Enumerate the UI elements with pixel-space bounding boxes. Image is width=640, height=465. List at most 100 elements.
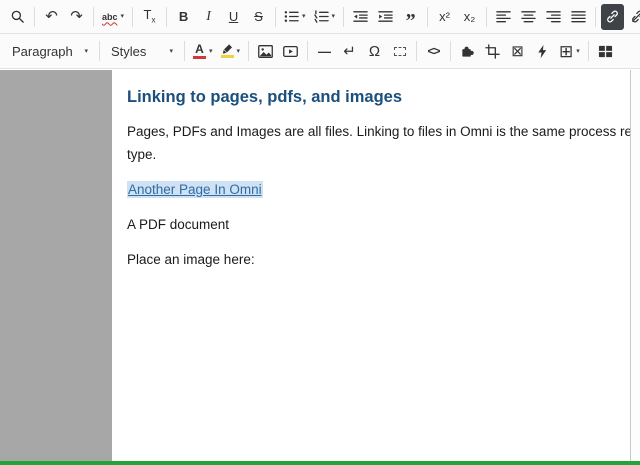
insert-table-button[interactable]: ⊞ ▾ <box>556 38 583 64</box>
line-break-button[interactable]: ↵ <box>338 38 361 64</box>
outdent-icon <box>353 9 368 24</box>
nonbreaking-space-button[interactable] <box>388 38 411 64</box>
indent-button[interactable] <box>374 4 397 30</box>
media-icon <box>283 44 298 59</box>
toolbar-separator <box>166 7 167 27</box>
strikethrough-icon: S <box>254 10 263 23</box>
document-page[interactable]: Linking to pages, pdfs, and images Pages… <box>112 70 640 461</box>
toolbar-separator <box>588 41 589 61</box>
toolbar-separator <box>427 7 428 27</box>
status-bar <box>0 461 640 465</box>
chevron-down-icon: ▾ <box>576 48 580 55</box>
insert-snippet-button[interactable] <box>456 38 479 64</box>
paragraph-format-label: Paragraph <box>12 44 73 59</box>
strikethrough-button[interactable]: S <box>247 4 270 30</box>
toolbar-separator <box>34 7 35 27</box>
styles-select[interactable]: Styles ▾ <box>105 38 179 64</box>
paragraph-format-select[interactable]: Paragraph ▾ <box>6 38 94 64</box>
highlighter-icon <box>221 44 234 58</box>
scrollbar-track[interactable] <box>630 70 640 461</box>
grid-icon <box>598 44 613 59</box>
insert-image-button[interactable] <box>254 38 277 64</box>
search-icon <box>10 9 25 24</box>
toolbar-separator <box>307 41 308 61</box>
nonbreaking-space-icon <box>394 47 406 56</box>
crop-button[interactable] <box>481 38 504 64</box>
chevron-down-icon: ▾ <box>209 48 213 55</box>
align-justify-button[interactable] <box>567 4 590 30</box>
clear-region-button[interactable]: ⊠ <box>506 38 529 64</box>
search-button[interactable] <box>6 4 29 30</box>
line-break-icon: ↵ <box>343 44 356 59</box>
superscript-icon: x² <box>439 10 450 23</box>
unlink-icon <box>630 9 640 24</box>
text-color-button[interactable]: A ▾ <box>190 38 216 64</box>
document-heading: Linking to pages, pdfs, and images <box>127 88 640 107</box>
redo-button[interactable]: ↷ <box>65 4 88 30</box>
page-margin <box>0 70 112 461</box>
undo-icon: ↶ <box>45 9 58 24</box>
link-paragraph: Another Page In Omni <box>127 179 640 202</box>
align-right-icon <box>546 9 561 24</box>
rich-text-editor: ↶ ↷ abc ▾ Tx B I U S ▾ ▾ <box>0 0 640 465</box>
highlight-color-button[interactable]: ▾ <box>218 38 244 64</box>
document-paragraph: Pages, PDFs and Images are all files. Li… <box>127 121 640 167</box>
toolbar-separator <box>275 7 276 27</box>
underline-button[interactable]: U <box>222 4 245 30</box>
toolbar-separator <box>93 7 94 27</box>
bold-button[interactable]: B <box>172 4 195 30</box>
horizontal-rule-icon: — <box>318 45 331 58</box>
special-character-button[interactable]: Ω <box>363 38 386 64</box>
toolbar-separator <box>248 41 249 61</box>
insert-link-button[interactable] <box>601 4 624 30</box>
special-character-icon: Ω <box>369 44 380 59</box>
align-right-button[interactable] <box>542 4 565 30</box>
source-code-icon: <> <box>428 45 440 57</box>
align-justify-icon <box>571 9 586 24</box>
chevron-down-icon: ▾ <box>302 13 306 20</box>
chevron-down-icon: ▾ <box>237 48 241 55</box>
pdf-line: A PDF document <box>127 214 640 237</box>
insert-media-button[interactable] <box>279 38 302 64</box>
toolbar-separator <box>486 7 487 27</box>
source-code-button[interactable]: <> <box>422 38 445 64</box>
unlink-button[interactable] <box>626 4 640 30</box>
align-left-icon <box>496 9 511 24</box>
align-center-button[interactable] <box>517 4 540 30</box>
lightning-icon <box>535 44 550 59</box>
chevron-down-icon: ▾ <box>169 48 173 55</box>
image-gallery-button[interactable] <box>594 38 617 64</box>
spellcheck-button[interactable]: abc ▾ <box>99 4 127 30</box>
horizontal-rule-button[interactable]: — <box>313 38 336 64</box>
chevron-down-icon: ▾ <box>121 13 125 20</box>
toolbar-separator <box>595 7 596 27</box>
bullet-list-button[interactable]: ▾ <box>281 4 309 30</box>
toolbar-separator <box>416 41 417 61</box>
subscript-button[interactable]: x₂ <box>458 4 481 30</box>
italic-button[interactable]: I <box>197 4 220 30</box>
numbered-list-button[interactable]: ▾ <box>311 4 339 30</box>
undo-button[interactable]: ↶ <box>40 4 63 30</box>
indent-icon <box>378 9 393 24</box>
image-line: Place an image here: <box>127 249 640 272</box>
crop-icon <box>485 44 500 59</box>
superscript-button[interactable]: x² <box>433 4 456 30</box>
numbered-list-icon <box>314 9 329 24</box>
chevron-down-icon: ▾ <box>332 13 336 20</box>
toolbar-row-2: Paragraph ▾ Styles ▾ A ▾ ▾ <box>0 34 640 69</box>
blockquote-button[interactable]: ” <box>399 4 422 30</box>
toolbar-separator <box>450 41 451 61</box>
clear-formatting-button[interactable]: Tx <box>138 4 161 30</box>
box-x-icon: ⊠ <box>511 44 524 59</box>
bold-icon: B <box>179 10 188 23</box>
toolbar-separator <box>99 41 100 61</box>
align-left-button[interactable] <box>492 4 515 30</box>
editor-content-area[interactable]: Linking to pages, pdfs, and images Pages… <box>0 70 640 461</box>
link-icon <box>605 9 620 24</box>
insert-asset-button[interactable] <box>531 38 554 64</box>
page-link[interactable]: Another Page In Omni <box>127 181 263 198</box>
chevron-down-icon: ▾ <box>84 48 88 55</box>
clear-formatting-icon: Tx <box>144 8 156 25</box>
outdent-button[interactable] <box>349 4 372 30</box>
redo-icon: ↷ <box>70 9 83 24</box>
